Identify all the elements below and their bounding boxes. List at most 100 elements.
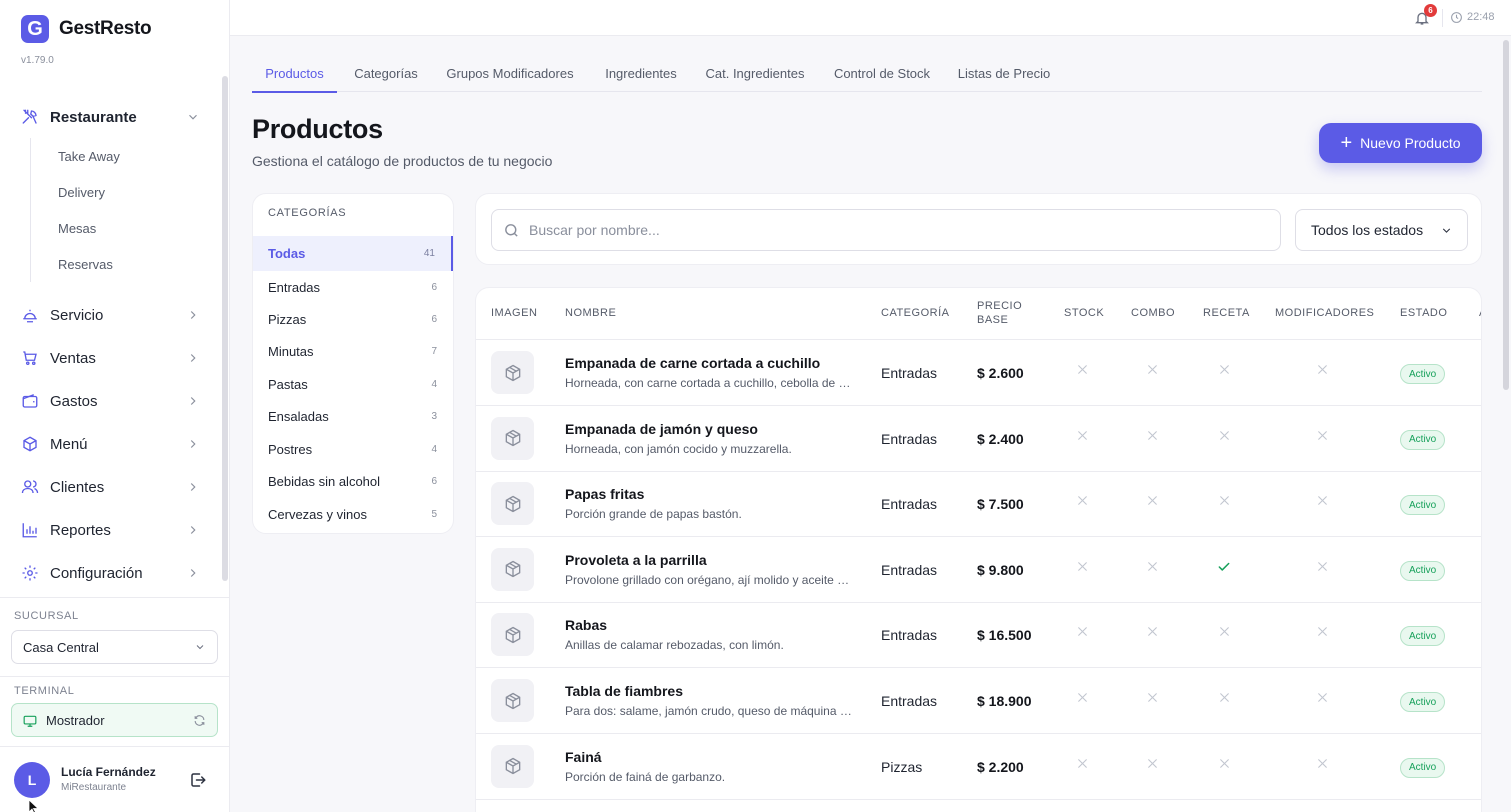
tab-categorias[interactable]: Categorías [348, 55, 424, 92]
tab-ingredientes[interactable]: Ingredientes [599, 55, 683, 92]
product-description: Horneada, con jamón cocido y muzzarella. [565, 441, 792, 456]
category-item-pastas[interactable]: Pastas 4 [253, 368, 453, 400]
product-name: Fainá [565, 748, 602, 765]
sidebar-item-configuracion[interactable]: Configuración [0, 553, 222, 593]
category-count: 6 [431, 281, 437, 293]
sidebar-subitem-take-away[interactable]: Take Away [31, 138, 220, 174]
product-description: Horneada, con carne cortada a cuchillo, … [565, 376, 855, 390]
category-item-postres[interactable]: Postres 4 [253, 433, 453, 465]
category-item-entradas[interactable]: Entradas 6 [253, 271, 453, 303]
tab-cat-ingredientes[interactable]: Cat. Ingredientes [704, 55, 806, 92]
sidebar-item-restaurante[interactable]: Restaurante [0, 97, 222, 137]
column-header-precio-base[interactable]: PRECIO BASE [977, 288, 1022, 340]
chevron-down-icon [1440, 224, 1453, 237]
section-tabs: Productos Categorías Grupos Modificadore… [252, 55, 1482, 93]
product-placeholder-icon [491, 351, 534, 394]
brand[interactable]: G GestResto [21, 15, 152, 43]
sidebar-item-gastos[interactable]: Gastos [0, 381, 222, 421]
column-header-imagen: IMAGEN [491, 307, 538, 320]
page-scrollbar[interactable] [1503, 40, 1509, 390]
category-item-cervezas-y-vinos[interactable]: Cervezas y vinos 5 [253, 498, 453, 530]
tab-listas-de-precio[interactable]: Listas de Precio [956, 55, 1052, 92]
category-name: Todas [268, 246, 306, 261]
logout-icon[interactable] [189, 771, 207, 789]
product-placeholder-icon [491, 416, 534, 460]
table-row[interactable]: Tabla de fiambres Para dos: salame, jamón… [476, 668, 1481, 734]
terminal-value: Mostrador [46, 712, 105, 728]
product-category: Entradas [881, 496, 938, 513]
branch-select[interactable]: Casa Central [11, 630, 218, 664]
sidebar-item-label: Clientes [50, 478, 105, 496]
sidebar-scrollbar[interactable] [222, 76, 228, 581]
user-name: Lucía Fernández [61, 765, 156, 779]
chevron-right-icon [186, 394, 200, 408]
product-placeholder-icon [491, 679, 534, 722]
check-icon [1217, 560, 1230, 573]
product-description: Provolone grillado con orégano, ají moli… [565, 572, 855, 587]
category-item-minutas[interactable]: Minutas 7 [253, 335, 453, 367]
sidebar-bottom-divider [0, 597, 229, 598]
product-description: Porción de fainá de garbanzo. [565, 769, 726, 784]
x-icon [1316, 691, 1329, 704]
tab-productos[interactable]: Productos [252, 55, 337, 93]
table-row[interactable]: Fainá Porción de fainá de garbanzo. Pizzas… [476, 734, 1481, 800]
status-filter-value: Todos los estados [1311, 222, 1424, 238]
monitor-icon [23, 714, 37, 728]
cart-icon [21, 349, 39, 367]
table-row[interactable]: Empanada de jamón y queso Horneada, con j… [476, 406, 1481, 472]
sidebar-subitem-mesas[interactable]: Mesas [31, 210, 220, 246]
table-row[interactable]: Rabas Anillas de calamar rebozadas, con l… [476, 602, 1481, 669]
category-count: 5 [431, 508, 437, 520]
column-header-nombre[interactable]: NOMBRE [565, 288, 616, 340]
x-icon [1218, 625, 1231, 638]
terminal-select[interactable]: Mostrador [11, 703, 218, 737]
user-profile[interactable]: L Lucía Fernández MiRestaurante [14, 762, 156, 798]
status-filter-select[interactable]: Todos los estados [1295, 209, 1468, 251]
column-header-receta: RECETA [1203, 307, 1250, 320]
terminal-label: TERMINAL [14, 685, 75, 697]
service-bell-icon [21, 306, 39, 324]
refresh-icon[interactable] [193, 714, 206, 727]
sidebar-item-label: Servicio [50, 306, 104, 324]
chevron-right-icon [186, 480, 200, 494]
chevron-down-icon [194, 641, 206, 653]
tab-grupos-modificadores[interactable]: Grupos Modificadores [443, 55, 577, 92]
new-product-button[interactable]: + Nuevo Producto [1319, 123, 1482, 163]
column-header-estado[interactable]: ESTADO [1400, 288, 1447, 340]
sidebar-subitem-reservas[interactable]: Reservas [31, 246, 220, 282]
category-item-ensaladas[interactable]: Ensaladas 3 [253, 400, 453, 432]
sidebar-item-label: Ventas [50, 349, 96, 367]
sidebar-subitem-delivery[interactable]: Delivery [31, 174, 220, 210]
category-item-pizzas[interactable]: Pizzas 6 [253, 303, 453, 335]
sidebar-item-menu[interactable]: Menú [0, 424, 222, 464]
x-icon [1316, 363, 1329, 376]
category-item-bebidas-sin-alcohol[interactable]: Bebidas sin alcohol 6 [253, 465, 453, 497]
sidebar-item-servicio[interactable]: Servicio [0, 295, 222, 335]
column-header-categoria[interactable]: CATEGORÍA [881, 288, 949, 340]
brand-name: GestResto [59, 18, 152, 39]
chevron-down-icon [186, 110, 200, 124]
tab-control-de-stock[interactable]: Control de Stock [832, 55, 932, 92]
sidebar-item-clientes[interactable]: Clientes [0, 467, 222, 507]
category-name: Ensaladas [268, 408, 329, 424]
product-description: Anillas de calamar rebozadas, con limón. [565, 638, 784, 653]
x-icon [1076, 429, 1089, 442]
x-icon [1218, 691, 1231, 704]
category-count: 4 [431, 443, 437, 455]
x-icon [1316, 757, 1329, 770]
search-input[interactable] [491, 209, 1281, 251]
product-price: $ 2.200 [977, 758, 1024, 775]
x-icon [1316, 625, 1329, 638]
table-row[interactable]: Provoleta a la parrilla Provolone grillad… [476, 537, 1481, 603]
sidebar-item-ventas[interactable]: Ventas [0, 338, 222, 378]
current-time: 22:48 [1467, 11, 1495, 23]
status-badge: Activo [1400, 626, 1446, 647]
product-category: Entradas [881, 627, 938, 644]
x-icon [1146, 494, 1159, 507]
product-description: Para dos: salame, jamón crudo, queso de … [565, 704, 855, 718]
sidebar-item-reportes[interactable]: Reportes [0, 510, 222, 550]
page-subtitle: Gestiona el catálogo de productos de tu … [252, 153, 553, 169]
table-row[interactable]: Empanada de carne cortada a cuchillo Horn… [476, 340, 1481, 406]
table-row[interactable]: Papas fritas Porción grande de papas bast… [476, 471, 1481, 538]
category-item-todas[interactable]: Todas 41 [253, 236, 453, 271]
